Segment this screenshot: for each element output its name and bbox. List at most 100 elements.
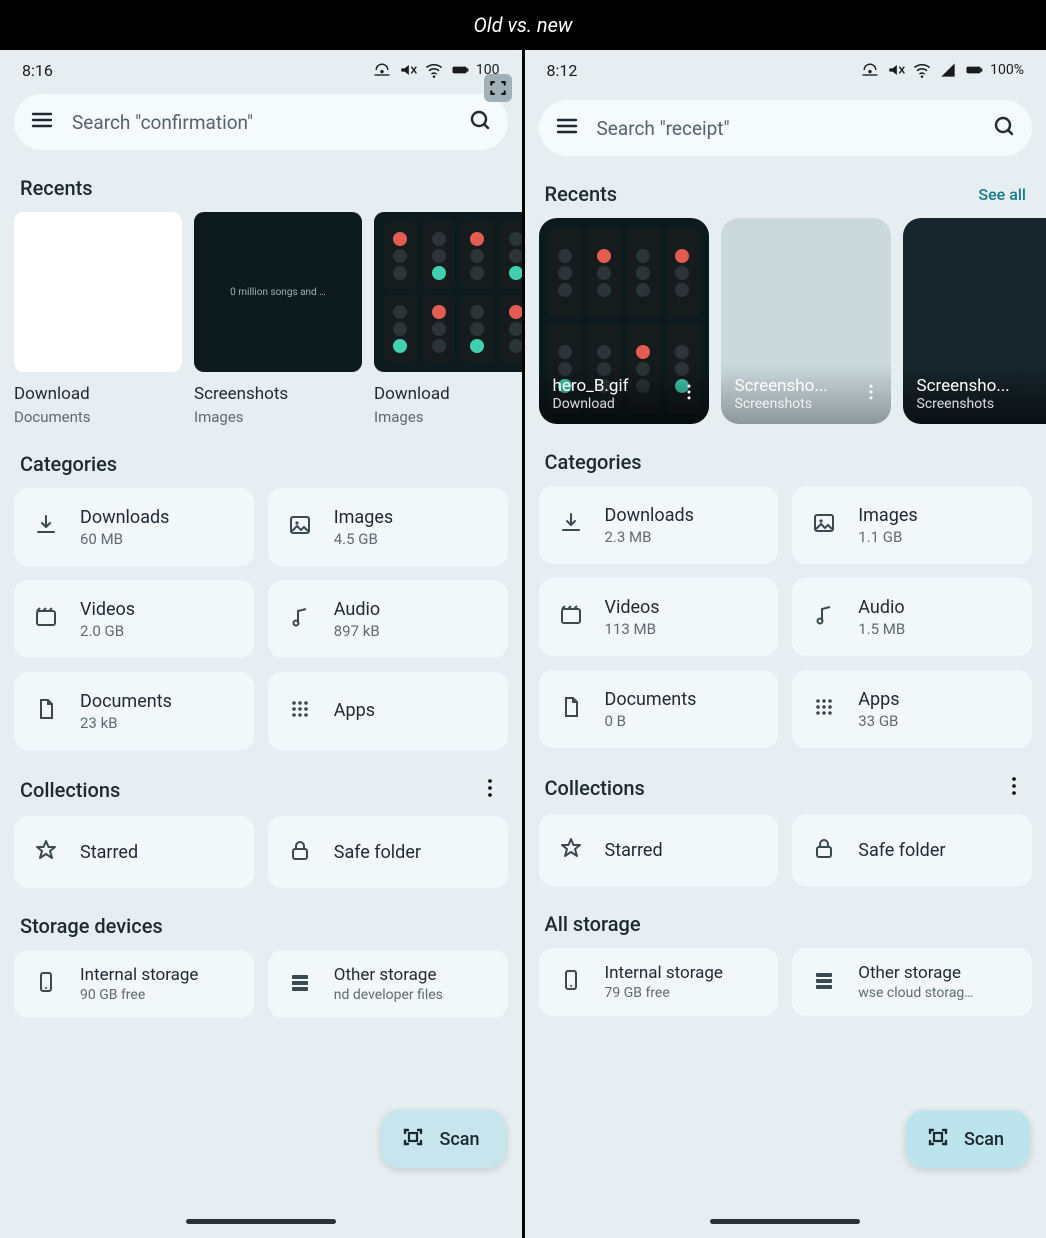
recent-card[interactable]: Screensho... Screenshots [903,218,1046,424]
recent-name: Screenshots [194,384,362,404]
category-downloads[interactable]: Downloads 2.3 MB [539,486,779,564]
storage-internal[interactable]: Internal storage79 GB free [539,948,779,1016]
search-bar[interactable] [14,94,508,150]
collection-name: Safe folder [858,840,945,861]
collection-starred[interactable]: Starred [539,814,779,886]
status-battery: 100% [990,62,1024,78]
collections-menu-icon[interactable] [1002,774,1026,802]
category-documents[interactable]: Documents 23 kB [14,672,254,750]
storage-other[interactable]: Other storage nd developer files [268,950,508,1018]
category-images[interactable]: Images4.5 GB [268,488,508,566]
collection-safe-folder[interactable]: Safe folder [268,816,508,888]
recent-item[interactable]: 0 million songs and … Screenshots Images [194,212,362,426]
hamburger-icon[interactable] [555,114,579,142]
status-bar: 8:12 100% [525,50,1046,84]
collection-starred[interactable]: Starred [14,816,254,888]
scan-icon [401,1125,425,1153]
categories-title: Categories [20,452,117,476]
category-videos[interactable]: Videos2.0 GB [14,580,254,658]
category-videos[interactable]: Videos113 MB [539,578,779,656]
recents-row[interactable]: hero_B.gif Download Screensho... Screens… [525,218,1046,424]
recent-card[interactable]: hero_B.gif Download [539,218,709,424]
category-size: 4.5 GB [334,530,393,548]
category-name: Documents [605,689,697,710]
recent-item[interactable]: Download Images [374,212,525,426]
category-size: 23 kB [80,714,172,732]
storage-internal[interactable]: Internal storage90 GB free [14,950,254,1018]
category-apps[interactable]: Apps33 GB [792,670,1032,748]
collections-title: Collections [20,778,120,802]
category-name: Videos [80,599,135,620]
lock-icon [812,836,836,864]
category-audio[interactable]: Audio1.5 MB [792,578,1032,656]
recent-item[interactable]: Download Documents [14,212,182,426]
collection-name: Starred [80,842,138,863]
hamburger-icon[interactable] [30,108,54,136]
search-icon[interactable] [468,108,492,136]
search-input[interactable] [597,117,975,140]
image-icon [812,511,836,539]
storage-sub: 79 GB free [605,985,723,1001]
mute-icon [398,60,418,80]
recent-name: Download [14,384,182,404]
recent-sub: Screenshots [917,396,1029,412]
category-name: Downloads [605,505,694,526]
search-icon[interactable] [992,114,1016,142]
phone-icon [34,970,58,998]
recent-sub: Images [194,408,362,426]
recent-thumb [14,212,182,372]
collections-menu-icon[interactable] [478,776,502,804]
audio-icon [812,603,836,631]
recents-title: Recents [20,176,93,200]
battery-icon [450,60,470,80]
category-apps[interactable]: Apps [268,672,508,750]
recent-card[interactable]: Screensho... Screenshots [721,218,891,424]
scan-icon [926,1125,950,1153]
collection-safe-folder[interactable]: Safe folder [792,814,1032,886]
gesture-bar[interactable] [186,1219,336,1224]
download-icon [559,511,583,539]
category-size: 33 GB [858,712,899,730]
recent-menu-icon[interactable] [679,382,699,406]
scan-button[interactable]: Scan [906,1110,1030,1168]
storage-name: Other storage [334,965,443,985]
gesture-bar[interactable] [710,1219,860,1224]
category-audio[interactable]: Audio897 kB [268,580,508,658]
recent-menu-icon[interactable] [861,382,881,406]
category-name: Documents [80,691,172,712]
see-all-link[interactable]: See all [978,185,1026,204]
collections-title: Collections [545,776,645,800]
recent-name: Download [374,384,525,404]
category-size: 2.3 MB [605,528,694,546]
download-icon [34,513,58,541]
category-size: 0 B [605,712,697,730]
apps-icon [288,697,312,725]
star-icon [559,836,583,864]
storage-other[interactable]: Other storage wse cloud storage a [792,948,1032,1016]
storage-sub: wse cloud storage a [858,985,978,1001]
storage-name: Other storage [858,963,978,983]
category-documents[interactable]: Documents 0 B [539,670,779,748]
scan-label: Scan [439,1129,479,1150]
category-name: Videos [605,597,660,618]
category-size: 897 kB [334,622,380,640]
document-icon [559,695,583,723]
document-icon [34,697,58,725]
lock-icon [288,838,312,866]
wifi-icon [424,60,444,80]
star-icon [34,838,58,866]
search-bar[interactable] [539,100,1033,156]
storage-sub: 90 GB free [80,987,198,1003]
apps-icon [812,695,836,723]
search-input[interactable] [72,111,450,134]
category-images[interactable]: Images1.1 GB [792,486,1032,564]
storage-sub: nd developer files [334,987,443,1003]
collection-name: Starred [605,840,663,861]
recents-row[interactable]: Download Documents 0 million songs and …… [0,212,522,426]
scan-label: Scan [964,1129,1004,1150]
recent-sub: Screenshots [735,396,847,412]
scan-button[interactable]: Scan [381,1110,505,1168]
phone-icon [559,968,583,996]
category-downloads[interactable]: Downloads60 MB [14,488,254,566]
screenshot-preview-icon[interactable] [484,74,512,102]
